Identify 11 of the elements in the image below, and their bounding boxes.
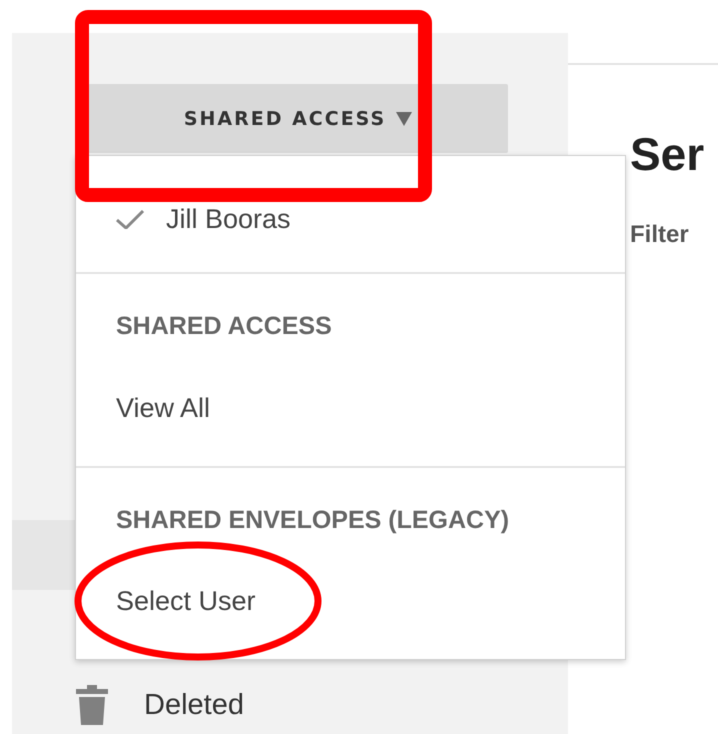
page-heading: Ser bbox=[630, 127, 706, 181]
trash-icon bbox=[74, 684, 110, 726]
caret-icon bbox=[396, 112, 412, 126]
deleted-item[interactable]: Deleted bbox=[74, 684, 568, 726]
menu-item[interactable]: Select User bbox=[76, 544, 625, 659]
menu-item[interactable]: Jill Booras bbox=[76, 156, 625, 272]
menu-item[interactable]: View All bbox=[76, 351, 625, 466]
filter-label: Filter bbox=[630, 221, 690, 249]
shared-access-button[interactable]: SHARED ACCESS bbox=[88, 84, 508, 153]
menu-section-header: SHARED ACCESS bbox=[115, 311, 333, 342]
menu-section-header: SHARED ENVELOPES (LEGACY) bbox=[115, 504, 510, 536]
